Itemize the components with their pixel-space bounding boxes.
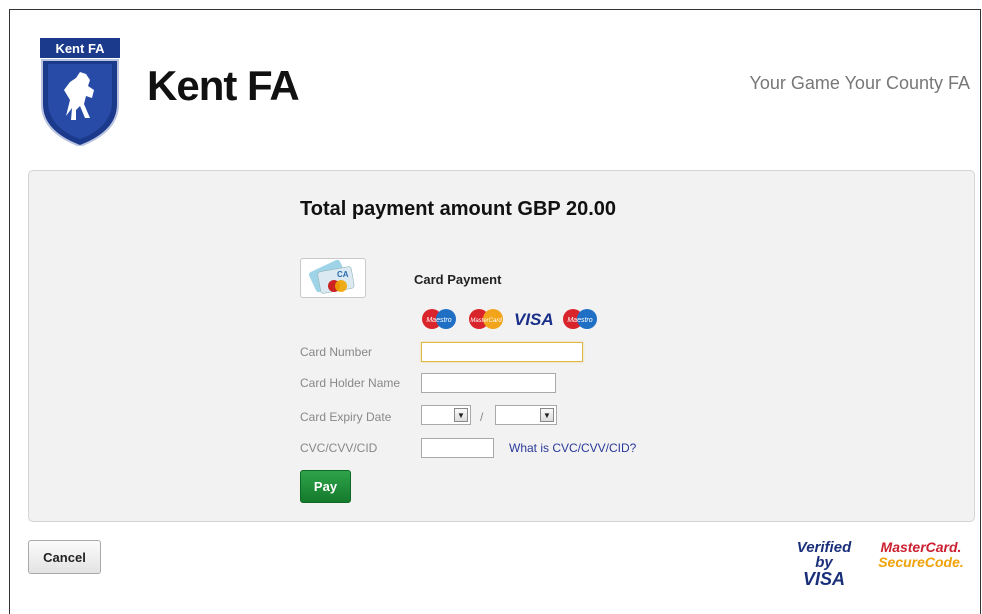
svg-text:Maestro: Maestro: [426, 317, 451, 324]
payment-total: Total payment amount GBP 20.00: [300, 198, 617, 220]
brand-title: Kent FA: [147, 62, 300, 109]
visa-logo: VISA: [514, 310, 554, 329]
kent-fa-crest-logo: Kent FA: [40, 38, 120, 148]
expiry-year-select[interactable]: ▼: [495, 405, 557, 425]
card-holder-name-input[interactable]: [421, 373, 556, 393]
chevron-down-icon: ▼: [540, 408, 554, 422]
svg-text:MasterCard: MasterCard: [470, 318, 502, 324]
chevron-down-icon: ▼: [454, 408, 468, 422]
card-number-input[interactable]: [421, 342, 583, 362]
cvc-help-link[interactable]: What is CVC/CVV/CID?: [509, 441, 636, 455]
mastercard-logo: MasterCard: [469, 309, 503, 329]
expiry-month-select[interactable]: ▼: [421, 405, 471, 425]
card-holder-name-label: Card Holder Name: [300, 376, 401, 390]
expiry-separator: /: [480, 410, 484, 424]
pay-button[interactable]: Pay: [300, 470, 351, 503]
mastercard-securecode-logo: MasterCard. SecureCode.: [876, 540, 966, 574]
securecode-text: SecureCode.: [878, 553, 964, 570]
verified-by-visa-logo: Verified by VISA: [786, 539, 862, 588]
verified-by-text: Verified by: [796, 539, 852, 571]
svg-text:Kent FA: Kent FA: [55, 41, 105, 56]
maestro-logo-2: Maestro: [563, 309, 597, 329]
cvc-input[interactable]: [421, 438, 494, 458]
cvc-label: CVC/CVV/CID: [300, 441, 378, 455]
cancel-button[interactable]: Cancel: [28, 540, 101, 574]
card-expiry-label: Card Expiry Date: [300, 410, 392, 424]
card-number-label: Card Number: [300, 345, 373, 359]
card-payment-icon[interactable]: CA: [300, 258, 366, 298]
svg-text:VISA: VISA: [514, 310, 554, 329]
card-payment-label: Card Payment: [414, 272, 502, 287]
mastercard-text: MasterCard.: [880, 539, 962, 555]
svg-text:CA: CA: [337, 270, 349, 279]
verified-visa-text: VISA: [802, 569, 845, 589]
maestro-logo: Maestro: [422, 309, 456, 329]
svg-text:Maestro: Maestro: [567, 317, 592, 324]
tagline: Your Game Your County FA: [749, 73, 970, 93]
